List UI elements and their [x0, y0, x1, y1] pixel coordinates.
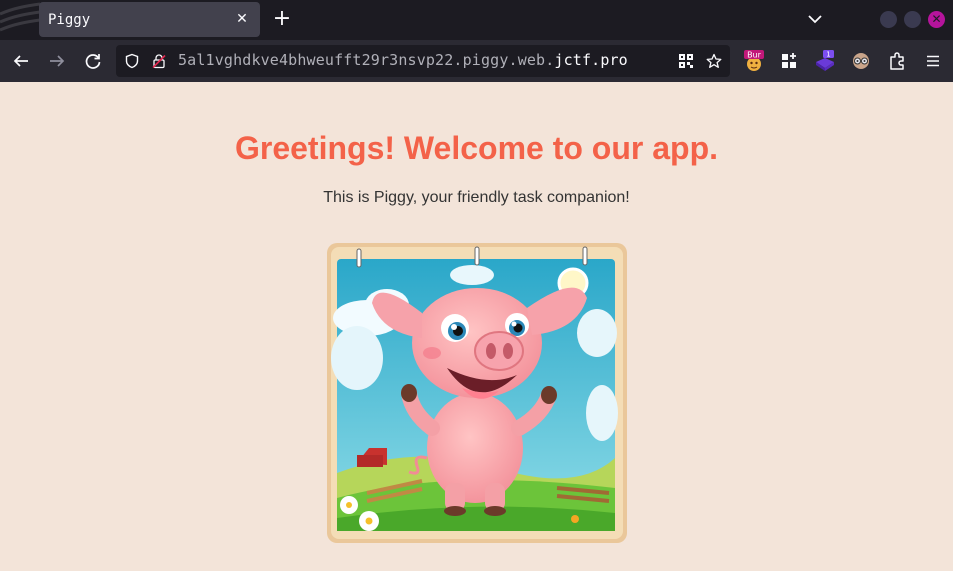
url-domain: jctf.pro	[554, 51, 628, 69]
burp-extension-icon[interactable]: Bur	[742, 49, 766, 73]
navigation-toolbar: 5al1vghdkve4bhweufft29r3nsvp22.piggy.web…	[0, 40, 953, 82]
extension-counter-badge: 1	[826, 51, 830, 59]
url-text[interactable]: 5al1vghdkve4bhweufft29r3nsvp22.piggy.web…	[178, 51, 628, 69]
chevron-down-icon[interactable]	[805, 9, 825, 29]
page-content: Greetings! Welcome to our app. This is P…	[0, 82, 953, 571]
tab-piggy[interactable]: Piggy ✕	[39, 2, 260, 37]
bookmark-star-icon[interactable]	[706, 53, 722, 69]
close-window-button[interactable]: ✕	[928, 11, 945, 28]
page-heading: Greetings! Welcome to our app.	[234, 130, 719, 166]
insecure-lock-icon[interactable]	[151, 53, 167, 69]
close-tab-icon[interactable]: ✕	[233, 10, 251, 28]
tab-strip: Piggy ✕ + ✕	[0, 0, 953, 40]
back-arrow-icon[interactable]	[9, 49, 33, 73]
tab-title: Piggy	[48, 11, 91, 28]
forward-arrow-icon[interactable]	[45, 49, 69, 73]
extensions-grid-icon[interactable]	[777, 49, 801, 73]
tab-strip-decoration	[0, 0, 40, 40]
piggy-illustration	[327, 243, 627, 543]
page-subtitle: This is Piggy, your friendly task compan…	[323, 189, 630, 206]
maximize-window-button[interactable]	[904, 11, 921, 28]
url-subdomain: 5al1vghdkve4bhweufft29r3nsvp22.piggy.web…	[178, 51, 555, 69]
address-bar[interactable]: 5al1vghdkve4bhweufft29r3nsvp22.piggy.web…	[116, 45, 730, 77]
reload-icon[interactable]	[81, 49, 105, 73]
new-tab-icon[interactable]: +	[270, 8, 294, 32]
minimize-window-button[interactable]	[880, 11, 897, 28]
burp-badge-label: Bur	[747, 51, 762, 60]
hamburger-menu-icon[interactable]	[921, 49, 945, 73]
spy-glasses-extension-icon[interactable]	[849, 49, 873, 73]
puzzle-extensions-icon[interactable]	[885, 49, 909, 73]
qr-code-icon[interactable]	[678, 53, 694, 69]
hackbar-extension-icon[interactable]: 1	[813, 49, 837, 73]
shield-icon[interactable]	[124, 53, 140, 69]
